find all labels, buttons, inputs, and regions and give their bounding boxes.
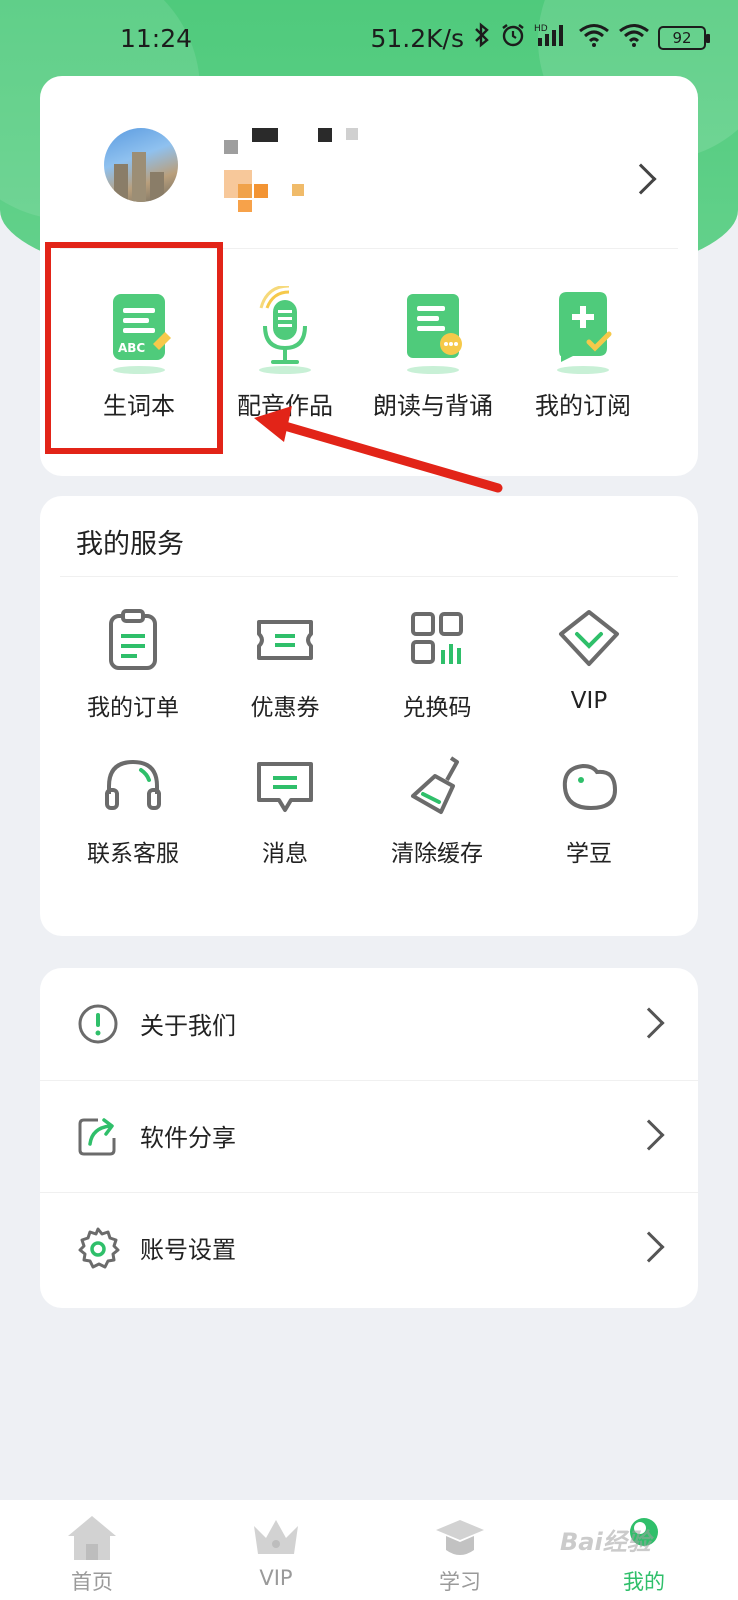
service-item-vip[interactable]: VIP — [514, 608, 664, 728]
subscription-icon — [557, 292, 612, 374]
status-time: 11:24 — [120, 24, 193, 53]
tab-home[interactable]: 首页 — [0, 1500, 184, 1600]
service-item-customer-service[interactable]: 联系客服 — [58, 754, 208, 874]
services-title: 我的服务 — [76, 529, 184, 560]
service-item-orders[interactable]: 我的订单 — [58, 608, 208, 728]
profile-chevron-icon[interactable] — [625, 163, 657, 195]
hd-label: HD — [534, 24, 548, 34]
tab-study[interactable]: 学习 — [368, 1500, 552, 1600]
red-arrow-annotation — [254, 406, 503, 493]
info-icon — [78, 1004, 118, 1044]
service-item-clear-cache[interactable]: 清除缓存 — [362, 754, 512, 874]
status-icons: 51.2K/s HD 92 — [370, 22, 710, 54]
service-label: 清除缓存 — [391, 841, 483, 867]
chevron-right-icon — [633, 1231, 665, 1263]
watermark: Bai经验 — [560, 1528, 651, 1556]
service-item-beans[interactable]: 学豆 — [514, 754, 664, 874]
menu-label: 关于我们 — [140, 1012, 236, 1040]
divider — [60, 576, 678, 577]
tab-vip[interactable]: VIP — [184, 1500, 368, 1600]
message-icon — [257, 762, 313, 812]
service-item-coupon[interactable]: 优惠券 — [210, 608, 360, 728]
highlight-annotation-box — [45, 242, 223, 454]
service-label: 联系客服 — [87, 841, 179, 867]
share-icon — [78, 1118, 116, 1156]
menu-row-about-us[interactable]: 关于我们 — [40, 968, 698, 1080]
chevron-right-icon — [633, 1007, 665, 1039]
home-icon — [68, 1516, 116, 1560]
bluetooth-icon — [472, 22, 492, 54]
service-label: 兑换码 — [402, 695, 472, 721]
menu-card: 关于我们 软件分享 账号设置 — [40, 968, 698, 1308]
qr-code-icon — [411, 612, 463, 664]
tab-label: 学习 — [439, 1570, 481, 1594]
diamond-icon — [559, 610, 619, 666]
service-label: 消息 — [262, 841, 308, 867]
avatar[interactable] — [104, 128, 178, 202]
menu-row-share-app[interactable]: 软件分享 — [40, 1080, 698, 1192]
menu-row-account-settings[interactable]: 账号设置 — [40, 1192, 698, 1304]
services-card: 我的服务 我的订单 优惠券 兑换码 VIP 联系客服 消息 清除缓存 学豆 — [40, 496, 698, 936]
wifi-icon — [618, 22, 650, 54]
quick-action-subscription[interactable]: 我的订阅 — [508, 266, 658, 466]
headset-icon — [105, 759, 161, 810]
status-bar: 11:24 51.2K/s HD 92 — [0, 0, 738, 72]
wifi-icon — [578, 22, 610, 54]
coupon-icon — [257, 620, 313, 660]
tab-label: 我的 — [623, 1570, 665, 1594]
service-label: VIP — [570, 688, 608, 714]
alarm-icon — [500, 22, 526, 54]
chevron-right-icon — [633, 1119, 665, 1151]
menu-label: 软件分享 — [140, 1124, 236, 1152]
graduation-cap-icon — [436, 1520, 484, 1555]
tab-label: 首页 — [71, 1570, 113, 1594]
service-label: 学豆 — [566, 841, 612, 867]
bean-icon — [562, 763, 618, 811]
reading-book-icon — [407, 294, 462, 374]
service-item-messages[interactable]: 消息 — [210, 754, 360, 874]
crown-icon — [254, 1520, 298, 1554]
service-item-redeem-code[interactable]: 兑换码 — [362, 608, 512, 728]
battery-indicator: 92 — [658, 26, 710, 50]
clipboard-icon — [109, 609, 157, 670]
signal-icon: HD — [534, 22, 570, 54]
brush-icon — [411, 756, 459, 814]
gear-icon — [78, 1227, 120, 1269]
network-speed: 51.2K/s — [370, 23, 464, 53]
microphone-icon — [259, 286, 311, 374]
menu-label: 账号设置 — [140, 1236, 236, 1264]
service-label: 我的订单 — [87, 695, 179, 721]
username-obscured[interactable] — [224, 128, 374, 212]
service-label: 优惠券 — [250, 695, 320, 721]
quick-action-label: 我的订阅 — [535, 392, 631, 420]
tab-label: VIP — [259, 1566, 293, 1590]
